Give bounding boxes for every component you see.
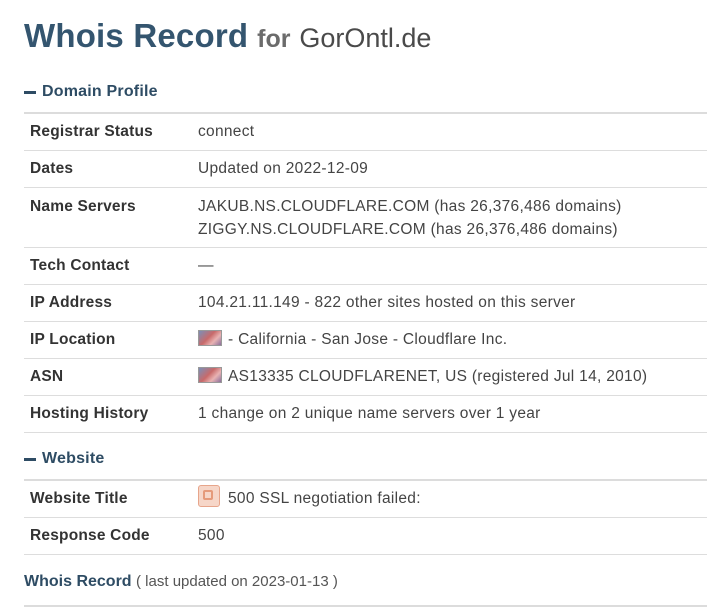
website-title-label: Website Title — [24, 481, 198, 518]
asn-label: ASN — [24, 358, 198, 396]
site-favicon-icon — [198, 485, 220, 507]
name-servers-label-text: Name Servers — [30, 198, 136, 215]
ip-location-label: IP Location — [24, 321, 198, 359]
website-header[interactable]: Website — [24, 439, 707, 481]
page-title-domain: GorOntl.de — [299, 23, 432, 53]
table-row: ASN AS13335 CLOUDFLARENET, US (registere… — [24, 358, 707, 396]
ip-address-value[interactable]: 104.21.11.149 - 822 other sites hosted o… — [198, 284, 707, 322]
table-row: Tech Contact — — [24, 247, 707, 285]
collapse-icon[interactable] — [24, 457, 36, 461]
website-title-value: 500 SSL negotiation failed: — [228, 490, 421, 507]
table-row: Hosting History 1 change on 2 unique nam… — [24, 395, 707, 433]
domain-profile-table: Registrar Status connect Dates Updated o… — [24, 114, 707, 433]
name-server-1[interactable]: JAKUB.NS.CLOUDFLARE.COM (has 26,376,486 … — [198, 195, 707, 218]
domain-profile-header[interactable]: Domain Profile — [24, 72, 707, 114]
table-row: Dates Updated on 2022-12-09 — [24, 150, 707, 188]
table-row: IP Address 104.21.11.149 - 822 other sit… — [24, 284, 707, 322]
whois-page: Whois Record for GorOntl.de Domain Profi… — [0, 0, 707, 607]
hosting-history-label: Hosting History — [24, 395, 198, 433]
name-servers-value: JAKUB.NS.CLOUDFLARE.COM (has 26,376,486 … — [198, 187, 707, 248]
page-title-for: for — [257, 25, 291, 53]
table-row: Response Code 500 — [24, 517, 707, 555]
name-server-2[interactable]: ZIGGY.NS.CLOUDFLARE.COM (has 26,376,486 … — [198, 218, 707, 241]
hosting-history-value[interactable]: 1 change on 2 unique name servers over 1… — [198, 395, 707, 433]
dates-value: Updated on 2022-12-09 — [198, 150, 707, 188]
registrar-status-label: Registrar Status — [24, 114, 198, 151]
website-table: Website Title 500 SSL negotiation failed… — [24, 481, 707, 555]
whois-record-heading: Whois Record — [24, 573, 132, 590]
whois-record-updated: ( last updated on 2023-01-13 ) — [136, 573, 338, 590]
tech-contact-value: — — [198, 247, 707, 285]
whois-record-section: Whois Record ( last updated on 2023-01-1… — [24, 559, 707, 607]
registrar-status-value: connect — [198, 114, 707, 151]
website-title-cell: 500 SSL negotiation failed: — [198, 481, 707, 518]
us-flag-icon — [198, 367, 222, 383]
ip-location-value: - California - San Jose - Cloudflare Inc… — [228, 331, 508, 348]
response-code-label: Response Code — [24, 517, 198, 555]
table-row: IP Location - California - San Jose - Cl… — [24, 321, 707, 359]
ip-location-cell: - California - San Jose - Cloudflare Inc… — [198, 321, 707, 359]
table-row: Registrar Status connect — [24, 114, 707, 151]
page-title: Whois Record for GorOntl.de — [24, 0, 707, 55]
name-servers-label: Name Servers — [24, 187, 198, 248]
ip-address-label: IP Address — [24, 284, 198, 322]
response-code-value: 500 — [198, 517, 707, 555]
page-title-main: Whois Record — [24, 17, 249, 54]
tech-contact-label: Tech Contact — [24, 247, 198, 285]
domain-profile-heading: Domain Profile — [42, 83, 158, 100]
website-heading: Website — [42, 450, 105, 467]
dates-label: Dates — [24, 150, 198, 188]
table-row: Name Servers JAKUB.NS.CLOUDFLARE.COM (ha… — [24, 187, 707, 248]
asn-cell: AS13335 CLOUDFLARENET, US (registered Ju… — [198, 358, 707, 396]
asn-value: AS13335 CLOUDFLARENET, US (registered Ju… — [228, 368, 648, 385]
us-flag-icon — [198, 330, 222, 346]
collapse-icon[interactable] — [24, 90, 36, 94]
table-row: Website Title 500 SSL negotiation failed… — [24, 481, 707, 518]
